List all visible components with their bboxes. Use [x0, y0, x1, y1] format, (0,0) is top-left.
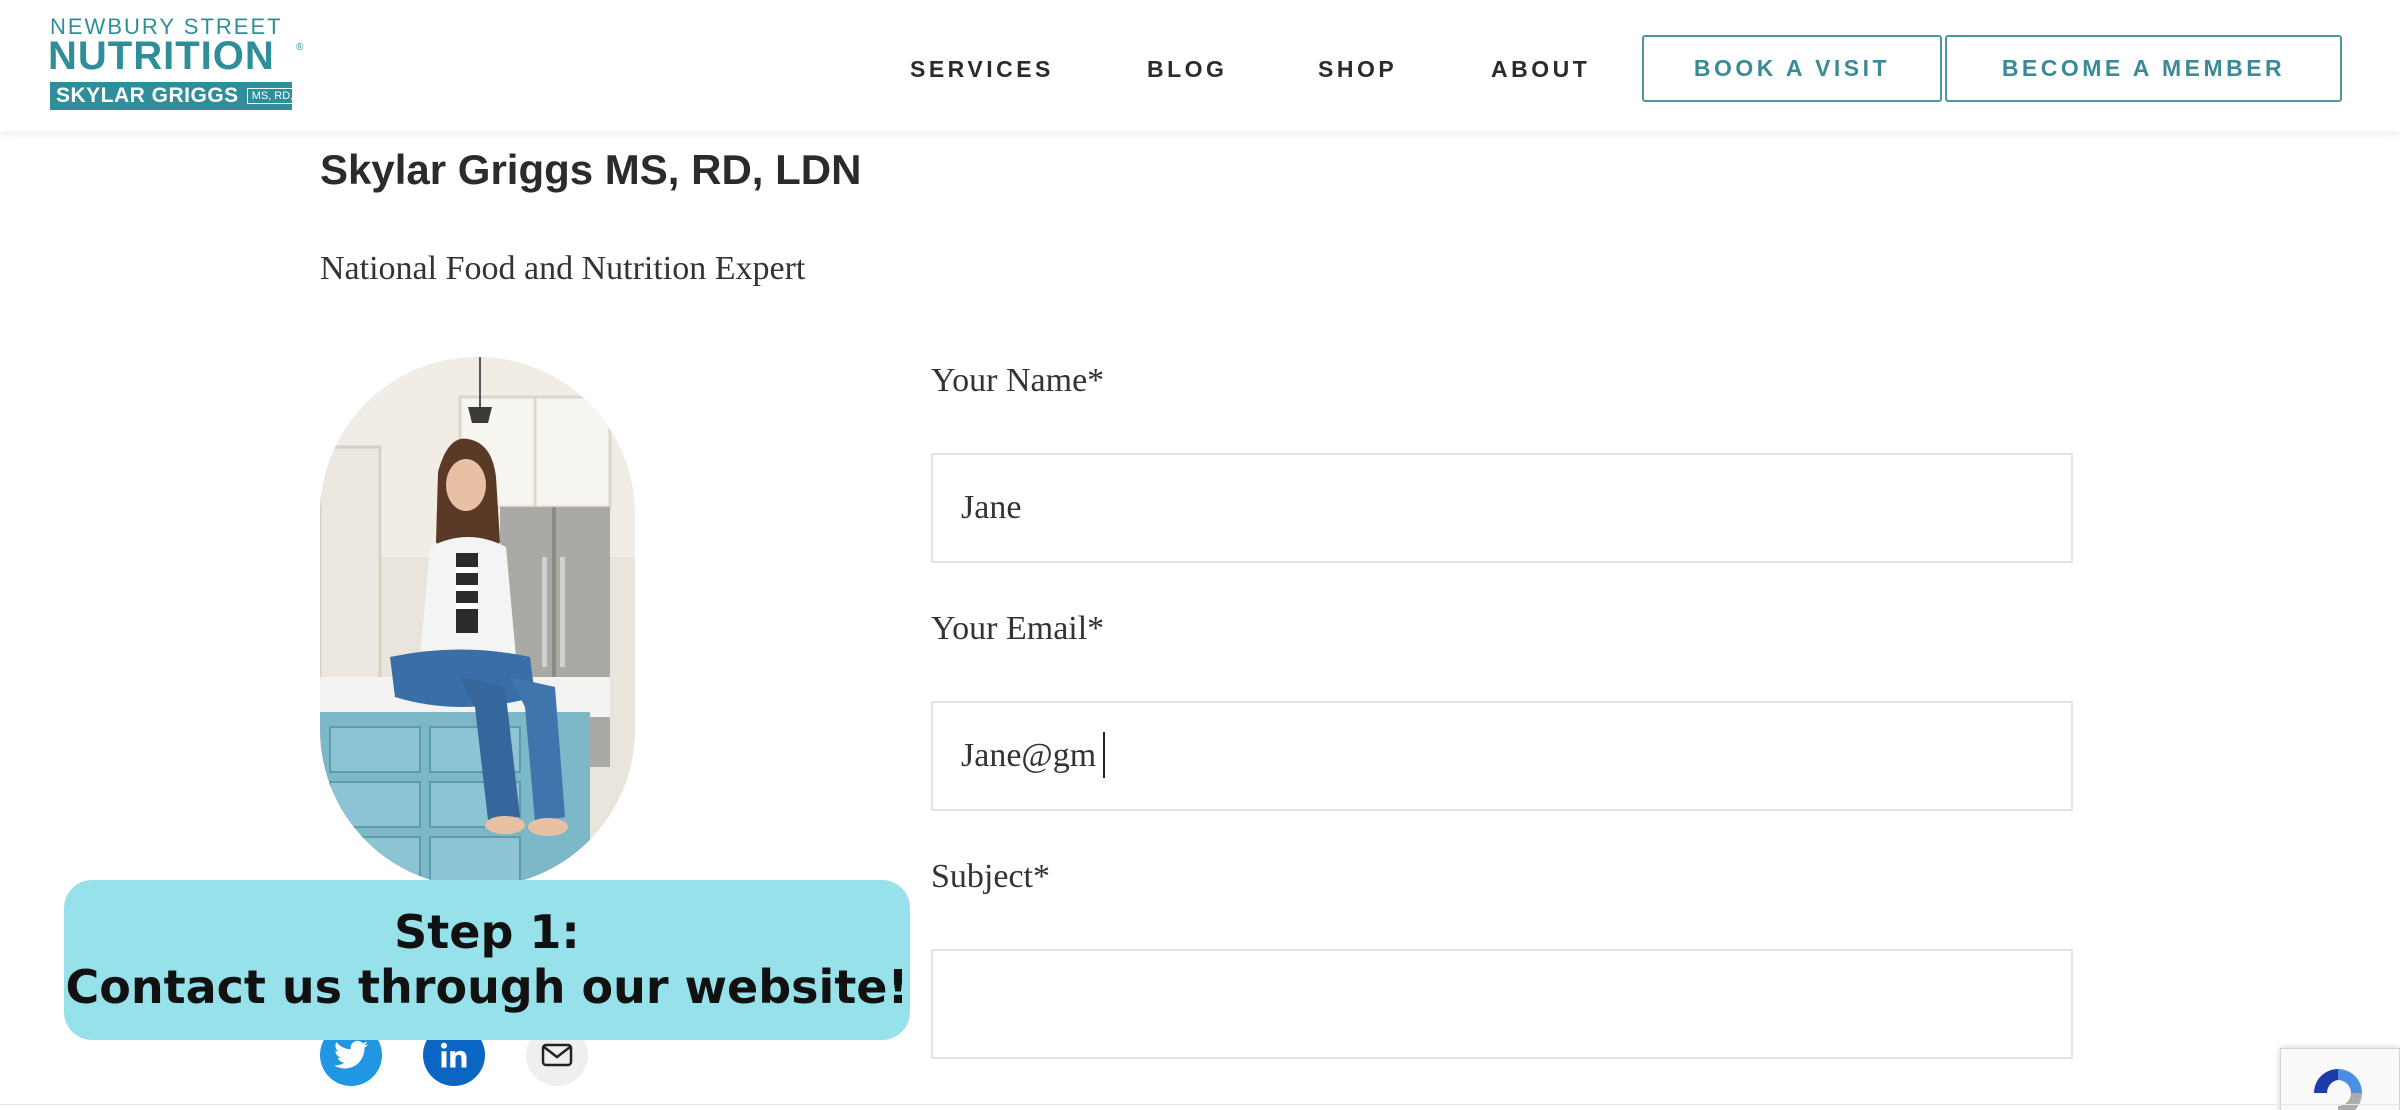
step-banner-line-2: Contact us through our website! — [65, 960, 909, 1014]
profile-title: National Food and Nutrition Expert — [320, 250, 806, 287]
profile-photo — [320, 357, 635, 887]
recaptcha-badge[interactable] — [2280, 1048, 2400, 1110]
page-bottom-divider — [0, 1104, 2400, 1105]
profile-name: Skylar Griggs MS, RD, LDN — [320, 146, 862, 193]
main-nav: SERVICES BLOG SHOP ABOUT BOOK A VISIT BE… — [0, 0, 2400, 131]
site-header: NEWBURY STREET NUTRITION ® SKYLAR GRIGGS… — [0, 0, 2400, 131]
nav-item-services[interactable]: SERVICES — [910, 56, 1054, 83]
name-field[interactable] — [931, 453, 2073, 563]
nav-item-about[interactable]: ABOUT — [1491, 56, 1590, 83]
portrait-photo-icon — [320, 357, 635, 887]
step-banner-line-1: Step 1: — [394, 905, 580, 959]
subject-field-label: Subject* — [931, 858, 1050, 895]
email-field-label: Your Email* — [931, 610, 1105, 647]
subject-field[interactable] — [931, 949, 2073, 1059]
step-banner: Step 1: Contact us through our website! — [64, 880, 910, 1040]
become-a-member-button[interactable]: BECOME A MEMBER — [1945, 35, 2342, 102]
page: NEWBURY STREET NUTRITION ® SKYLAR GRIGGS… — [0, 0, 2400, 1110]
book-a-visit-button[interactable]: BOOK A VISIT — [1642, 35, 1942, 102]
nav-item-blog[interactable]: BLOG — [1147, 56, 1227, 83]
text-cursor — [1103, 732, 1105, 778]
recaptcha-icon — [2314, 1069, 2362, 1110]
name-field-label: Your Name* — [931, 362, 1105, 399]
nav-item-shop[interactable]: SHOP — [1318, 56, 1397, 83]
